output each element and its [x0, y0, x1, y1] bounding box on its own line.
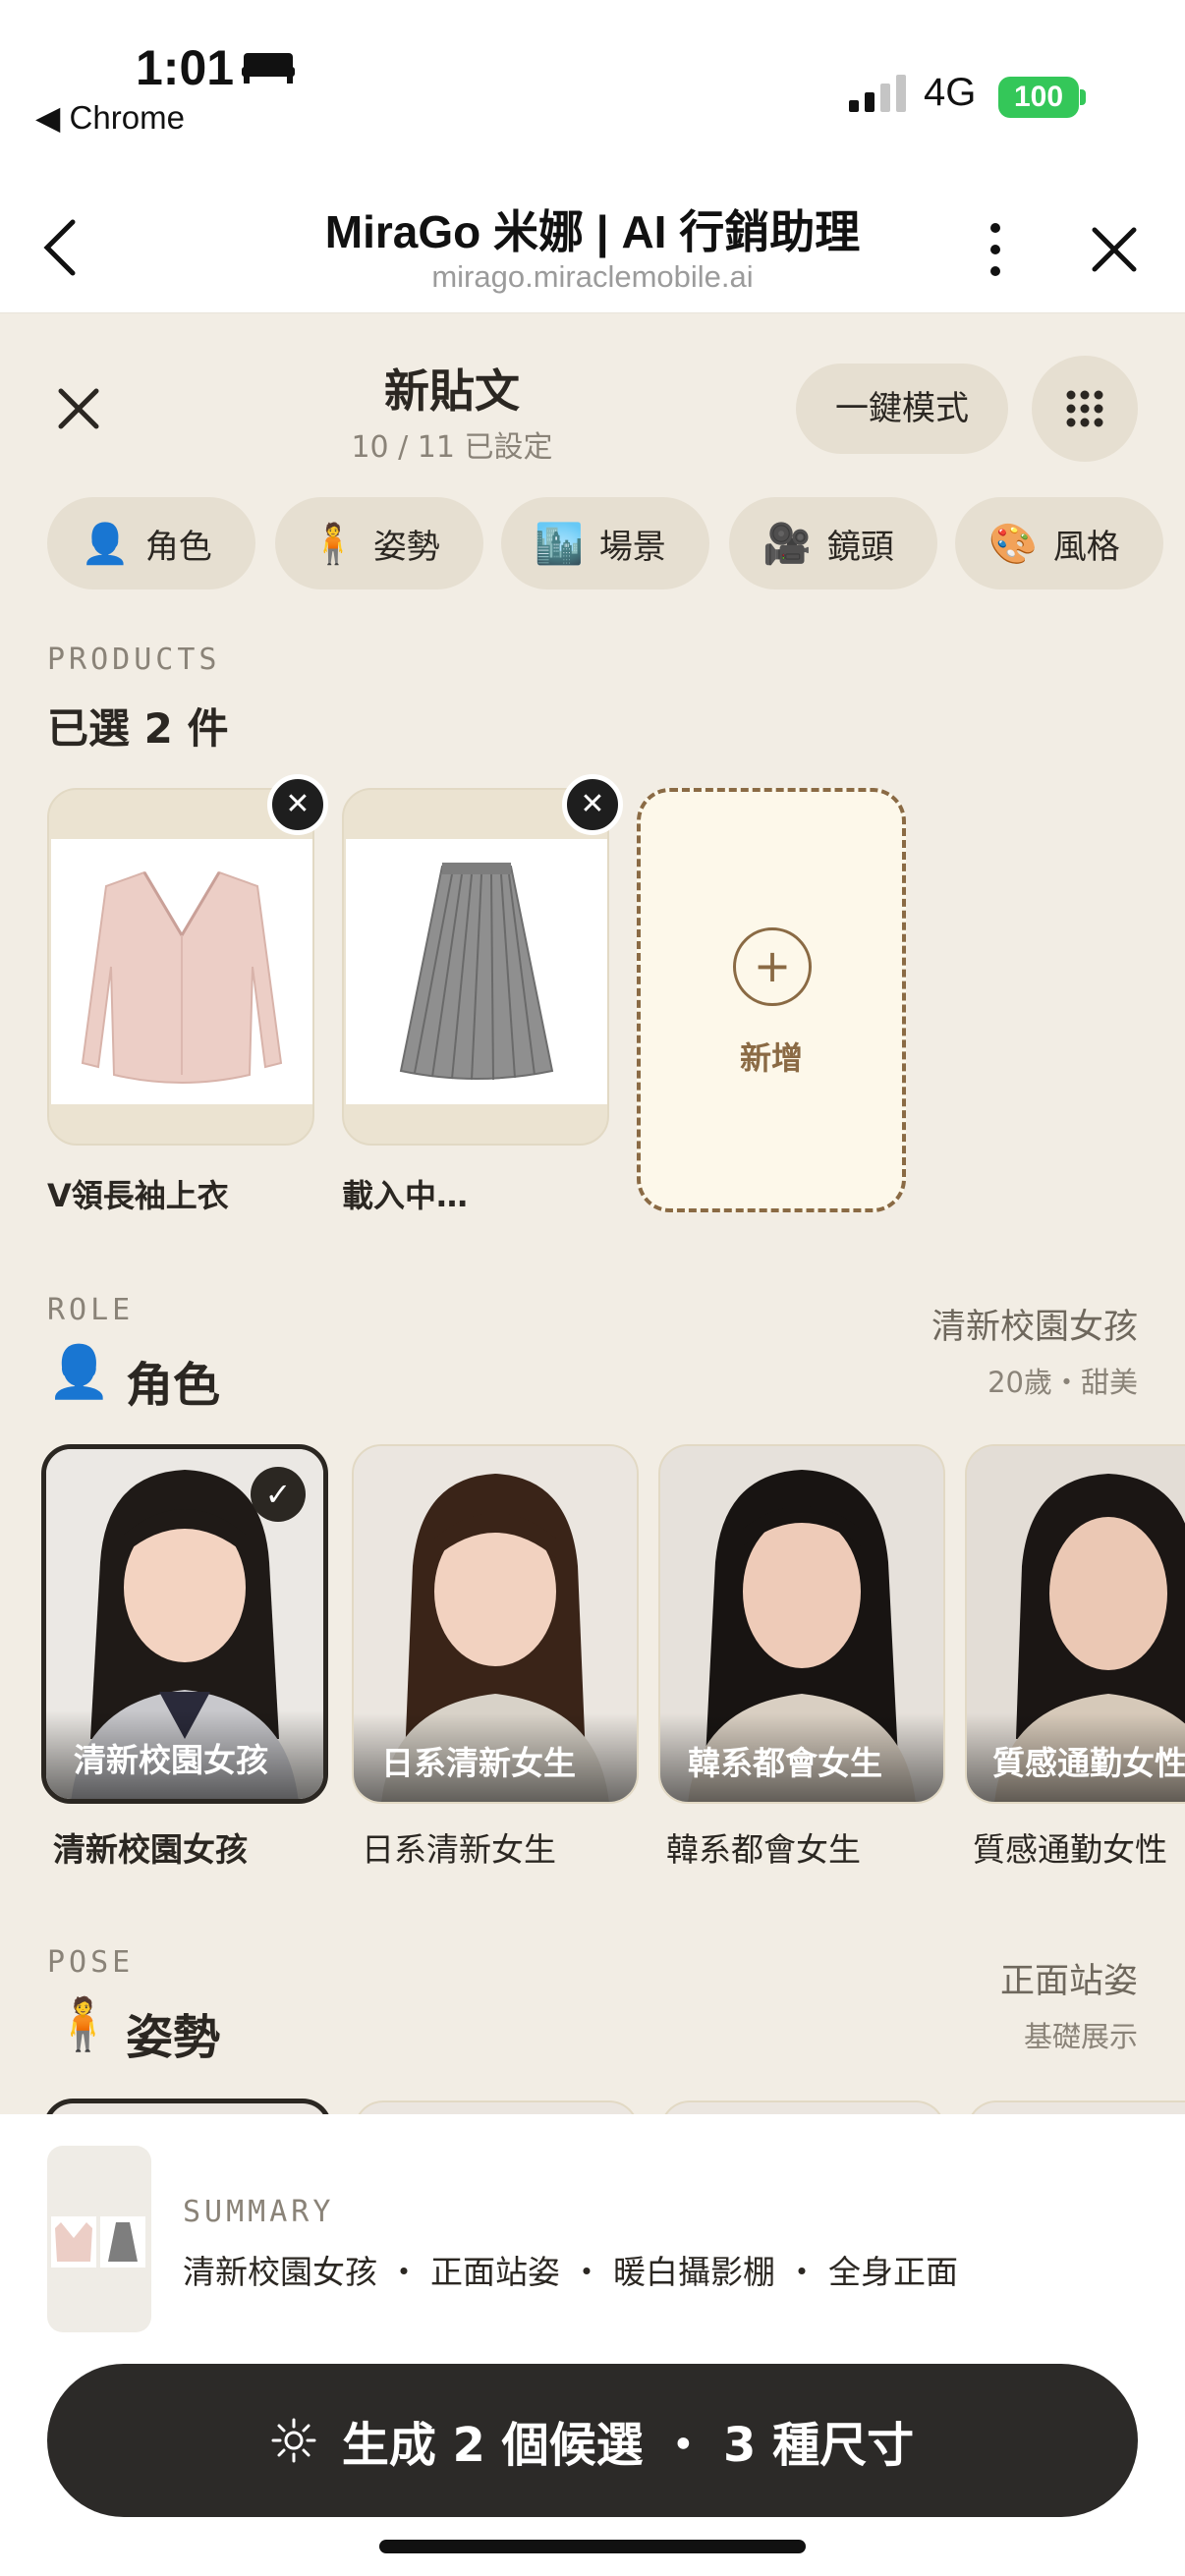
generate-button-label: 生成 2 個候選 ・ 3 種尺寸: [341, 2418, 915, 2473]
products-section-label: PRODUCTS: [47, 643, 221, 677]
role-card-label: 韓系都會女生: [666, 1830, 861, 1869]
plus-icon: +: [733, 927, 812, 1006]
selected-pose-name: 正面站姿: [999, 1962, 1138, 2001]
role-section-label: ROLE: [47, 1293, 135, 1327]
remove-product-button[interactable]: ✕: [267, 774, 328, 835]
grid-dots-icon: [1066, 390, 1103, 427]
status-bar: 1:01 ◀ Chrome 4G 100: [0, 0, 1185, 187]
back-to-app-link[interactable]: ◀ Chrome: [35, 98, 185, 137]
back-chevron-icon[interactable]: [39, 216, 83, 279]
role-card-label: 質感通勤女性: [973, 1830, 1167, 1869]
sparkle-sun-icon: [271, 2418, 316, 2463]
product-card[interactable]: [342, 788, 609, 1146]
page-title: 新貼文: [384, 364, 520, 418]
progress-text: 10 / 11 已設定: [351, 430, 553, 465]
pose-section-label: POSE: [47, 1945, 135, 1980]
chip-label: 風格: [1052, 527, 1120, 567]
chip-role[interactable]: 👤 角色: [47, 497, 255, 589]
summary-product-thumbnail: [47, 2146, 151, 2332]
role-card-label: 清新校園女孩: [53, 1830, 248, 1869]
chip-pose[interactable]: 🧍 姿勢: [275, 497, 483, 589]
role-card[interactable]: 質感通勤女性: [965, 1444, 1185, 1804]
role-card-overlay-label: 日系清新女生: [381, 1744, 576, 1782]
add-product-button[interactable]: + 新增: [637, 788, 906, 1212]
close-browser-icon[interactable]: [1091, 226, 1138, 273]
browser-url[interactable]: mirago.miraclemobile.ai: [197, 259, 988, 295]
sleep-bed-icon: [242, 53, 295, 84]
pose-section-title: 姿勢: [126, 2010, 221, 2065]
battery-tip: [1080, 89, 1086, 105]
network-type: 4G: [924, 71, 977, 114]
grid-menu-button[interactable]: [1032, 356, 1138, 462]
battery-indicator: 100: [998, 77, 1079, 118]
chip-camera[interactable]: 🎥 鏡頭: [729, 497, 937, 589]
cellular-signal-icon: [849, 75, 906, 112]
role-card-overlay-label: 清新校園女孩: [74, 1741, 268, 1779]
role-card-label: 日系清新女生: [362, 1830, 556, 1869]
person-icon: 👤: [81, 521, 130, 567]
product-thumbnails-preview: [51, 2216, 145, 2268]
generate-button[interactable]: 生成 2 個候選 ・ 3 種尺寸: [47, 2364, 1138, 2517]
role-card-selected[interactable]: 清新校園女孩 ✓: [41, 1444, 328, 1804]
standing-person-icon: 🧍: [51, 1995, 115, 2054]
product-name: 載入中…: [342, 1177, 469, 1214]
chip-style[interactable]: 🎨 風格: [955, 497, 1163, 589]
chip-label: 鏡頭: [826, 527, 894, 567]
selected-role-desc: 20歲・甜美: [988, 1366, 1138, 1399]
role-card-overlay-label: 質感通勤女性: [992, 1744, 1185, 1782]
close-icon[interactable]: [57, 387, 100, 430]
role-card[interactable]: 韓系都會女生: [658, 1444, 945, 1804]
remove-product-button[interactable]: ✕: [562, 774, 623, 835]
selected-role-name: 清新校園女孩: [931, 1308, 1138, 1347]
home-indicator: [379, 2540, 806, 2553]
pleated-skirt-illustration: [399, 863, 554, 1081]
product-image-blouse: [51, 839, 312, 1104]
city-icon: 🏙️: [535, 521, 584, 567]
chip-label: 場景: [598, 527, 666, 567]
clock: 1:01: [136, 40, 235, 95]
chip-scene[interactable]: 🏙️ 場景: [501, 497, 709, 589]
blouse-illustration: [81, 870, 283, 1084]
person-icon: 👤: [47, 1343, 111, 1402]
summary-label: SUMMARY: [183, 2195, 335, 2229]
browser-page-title: MiraGo 米娜 | AI 行銷助理: [324, 206, 861, 257]
chip-label: 角色: [144, 527, 212, 567]
summary-text: 清新校園女孩 ・ 正面站姿 ・ 暖白攝影棚 ・ 全身正面: [183, 2253, 958, 2291]
role-section-title: 角色: [126, 1358, 221, 1413]
chip-label: 姿勢: [372, 527, 440, 567]
products-count-title: 已選 2 件: [47, 704, 229, 753]
one-click-mode-button[interactable]: 一鍵模式: [796, 364, 1008, 454]
product-image-skirt: [346, 839, 607, 1104]
role-card[interactable]: 日系清新女生: [352, 1444, 639, 1804]
checkmark-icon: ✓: [251, 1467, 306, 1522]
selected-pose-desc: 基礎展示: [1023, 2020, 1138, 2053]
standing-person-icon: 🧍: [309, 521, 358, 567]
product-card[interactable]: [47, 788, 314, 1146]
role-card-overlay-label: 韓系都會女生: [688, 1744, 882, 1782]
product-name: V領長袖上衣: [47, 1177, 229, 1214]
add-product-label: 新增: [739, 1039, 803, 1077]
movie-camera-icon: 🎥: [762, 521, 812, 567]
palette-icon: 🎨: [988, 521, 1038, 567]
